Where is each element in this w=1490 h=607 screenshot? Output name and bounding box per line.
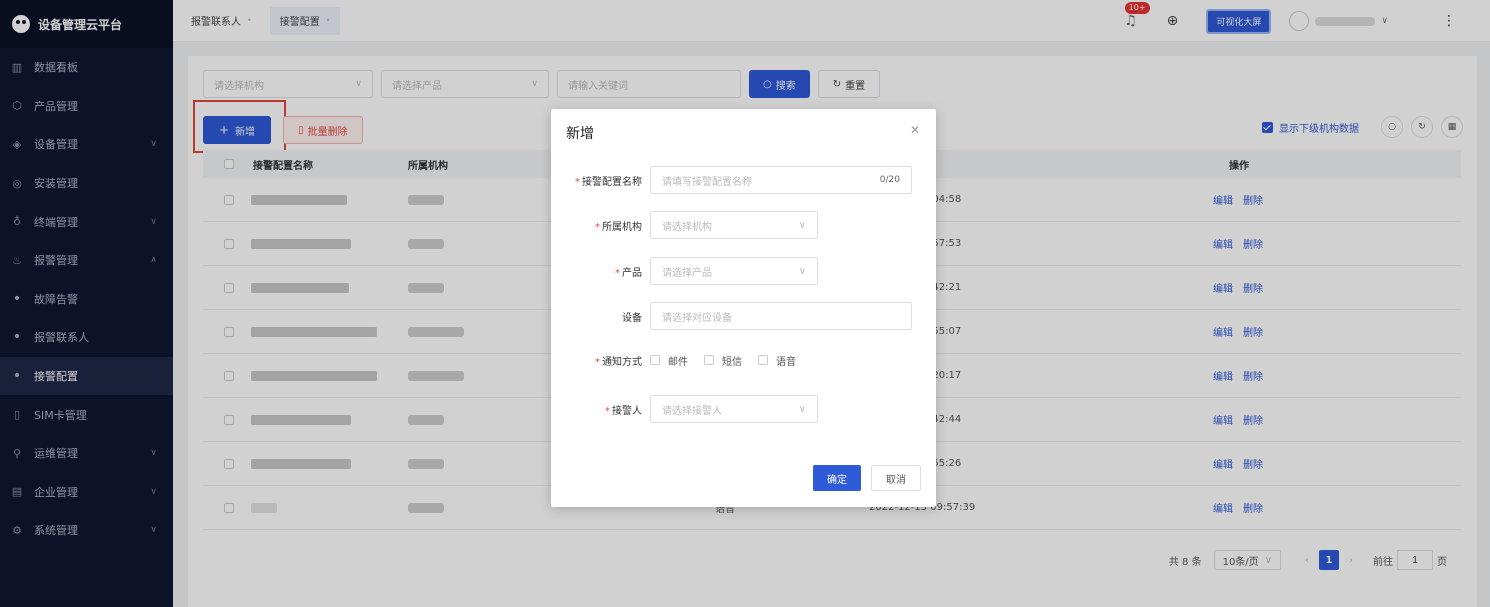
form-row-name: * 接警配置名称 请填写接警配置名称 0/20 [551,166,936,194]
char-counter: 0/20 [879,175,900,185]
form-row-receiver: * 接警人 请选择接警人 ∨ [551,395,936,423]
form-row-org: * 所属机构 请选择机构 ∨ [551,211,936,239]
device-select-field[interactable]: 请选择对应设备 [650,302,912,330]
close-icon[interactable]: ✕ [910,123,920,137]
notify-options: 邮件 短信 语音 [650,353,812,368]
notify-voice-checkbox[interactable]: 语音 [758,353,796,368]
receiver-select-field[interactable]: 请选择接警人 ∨ [650,395,818,423]
notify-sms-checkbox[interactable]: 短信 [704,353,742,368]
chevron-down-icon: ∨ [798,403,806,415]
confirm-button[interactable]: 确定 [813,465,861,491]
cancel-button[interactable]: 取消 [871,465,921,491]
form-row-device: 设备 请选择对应设备 [551,302,936,330]
form-row-product: * 产品 请选择产品 ∨ [551,257,936,285]
config-name-input[interactable]: 请填写接警配置名称 0/20 [650,166,912,194]
form-row-notify: * 通知方式 邮件 短信 语音 [551,346,936,374]
product-select-field[interactable]: 请选择产品 ∨ [650,257,818,285]
org-select-field[interactable]: 请选择机构 ∨ [650,211,818,239]
chevron-down-icon: ∨ [798,219,806,231]
org-label: * 所属机构 [595,221,642,233]
add-config-dialog: 新增 ✕ * 接警配置名称 请填写接警配置名称 0/20 * 所属机构 请选择机构 … [551,109,936,507]
device-label: 设备 [622,312,642,324]
dialog-footer: 确定 取消 [803,465,921,491]
chevron-down-icon: ∨ [798,265,806,277]
receiver-label: * 接警人 [605,405,642,417]
notify-label: * 通知方式 [595,356,642,368]
product-label: * 产品 [615,267,642,279]
name-label: * 接警配置名称 [575,176,642,188]
dialog-title: 新增 [566,126,594,142]
notify-email-checkbox[interactable]: 邮件 [650,353,688,368]
